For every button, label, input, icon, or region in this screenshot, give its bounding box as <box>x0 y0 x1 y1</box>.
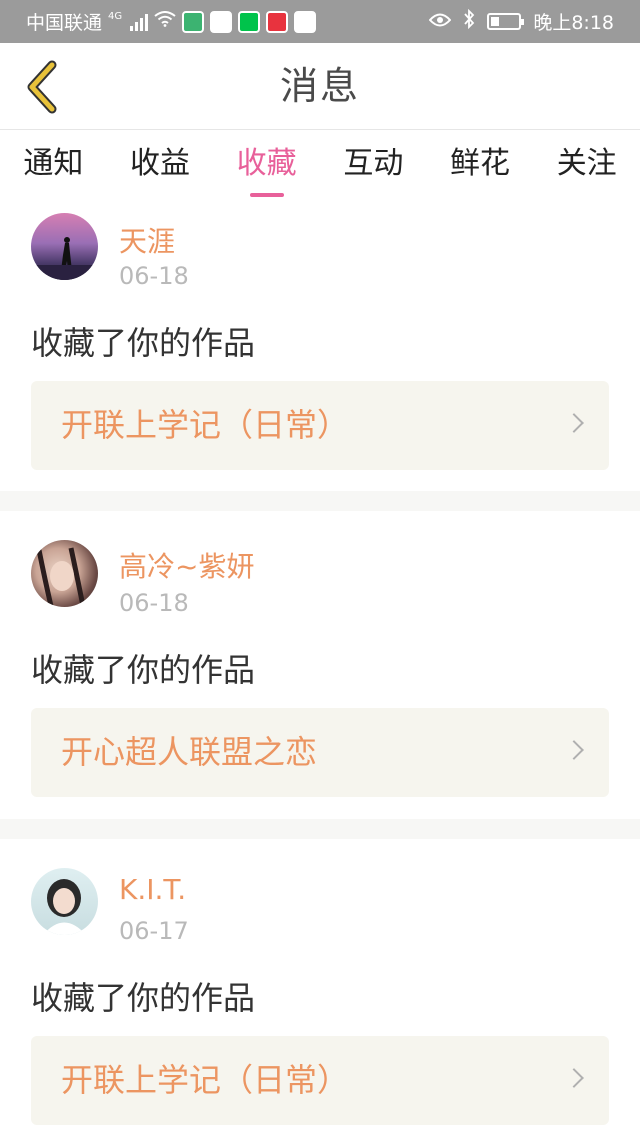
tab-label: 通知 <box>23 146 84 181</box>
battery-fill <box>491 17 500 26</box>
message-date: 06-18 <box>119 589 189 617</box>
divider <box>0 819 640 839</box>
signal-icon <box>130 13 149 31</box>
work-link[interactable]: 开联上学记（日常） <box>31 381 609 470</box>
video-app-icon <box>182 10 205 33</box>
action-text: 收藏了你的作品 <box>31 651 256 689</box>
carrier-label: 中国联通 <box>26 12 103 34</box>
message-card: 天涯 06-18 收藏了你的作品 开联上学记（日常） <box>0 202 640 491</box>
action-text: 收藏了你的作品 <box>31 324 256 362</box>
message-date: 06-18 <box>119 262 189 290</box>
active-tab-indicator <box>249 193 284 197</box>
avatar[interactable] <box>31 540 98 607</box>
video-player-app-icon <box>294 10 317 33</box>
tab-label: 鲜花 <box>450 146 511 181</box>
avatar[interactable] <box>31 868 98 935</box>
tab-flowers[interactable]: 鲜花 <box>427 131 534 201</box>
tab-label: 收藏 <box>236 146 297 181</box>
sina-app-icon <box>210 10 233 33</box>
clock: 晚上8:18 <box>533 12 614 34</box>
tab-notifications[interactable]: 通知 <box>0 131 107 201</box>
xiaohongshu-app-icon <box>266 10 289 33</box>
work-title: 开联上学记（日常） <box>61 406 350 444</box>
status-right: 晚上8:18 <box>428 0 614 43</box>
iqiyi-app-icon <box>238 10 261 33</box>
page-title: 消息 <box>279 64 360 108</box>
status-bar: 中国联通 4G 晚上8:18 <box>0 0 640 43</box>
message-date: 06-17 <box>119 917 189 945</box>
avatar[interactable] <box>31 213 98 280</box>
eye-icon <box>428 11 452 32</box>
action-text: 收藏了你的作品 <box>31 979 256 1017</box>
tab-label: 互动 <box>343 146 404 181</box>
message-card: K.I.T. 06-17 收藏了你的作品 开联上学记（日常） <box>0 839 640 1138</box>
work-title: 开联上学记（日常） <box>61 1061 350 1099</box>
tab-favorites[interactable]: 收藏 <box>213 131 320 201</box>
back-button[interactable] <box>14 57 70 117</box>
chevron-right-icon <box>564 740 584 760</box>
tab-label: 收益 <box>130 146 190 181</box>
battery-icon <box>487 13 525 30</box>
chevron-left-icon <box>27 60 57 114</box>
network-label: 4G <box>108 11 123 22</box>
chevron-right-icon <box>564 1068 584 1088</box>
bluetooth-icon <box>463 8 475 34</box>
tab-bar: 通知 收益 收藏 互动 鲜花 关注 <box>0 131 640 201</box>
tab-earnings[interactable]: 收益 <box>107 131 214 201</box>
work-link[interactable]: 开联上学记（日常） <box>31 1036 609 1125</box>
header: 消息 <box>0 43 640 130</box>
user-name[interactable]: 天涯 <box>119 220 175 260</box>
tab-label: 关注 <box>556 146 617 181</box>
user-name[interactable]: K.I.T. <box>119 873 186 906</box>
tab-interactions[interactable]: 互动 <box>320 131 427 201</box>
divider <box>0 491 640 511</box>
tab-follows[interactable]: 关注 <box>533 131 640 201</box>
work-link[interactable]: 开心超人联盟之恋 <box>31 708 609 797</box>
chevron-right-icon <box>564 413 584 433</box>
status-left: 中国联通 4G <box>26 0 317 43</box>
wifi-icon <box>154 11 176 32</box>
work-title: 开心超人联盟之恋 <box>61 733 318 771</box>
message-card: 高冷~紫妍 06-18 收藏了你的作品 开心超人联盟之恋 <box>0 511 640 819</box>
user-name[interactable]: 高冷~紫妍 <box>119 545 254 585</box>
